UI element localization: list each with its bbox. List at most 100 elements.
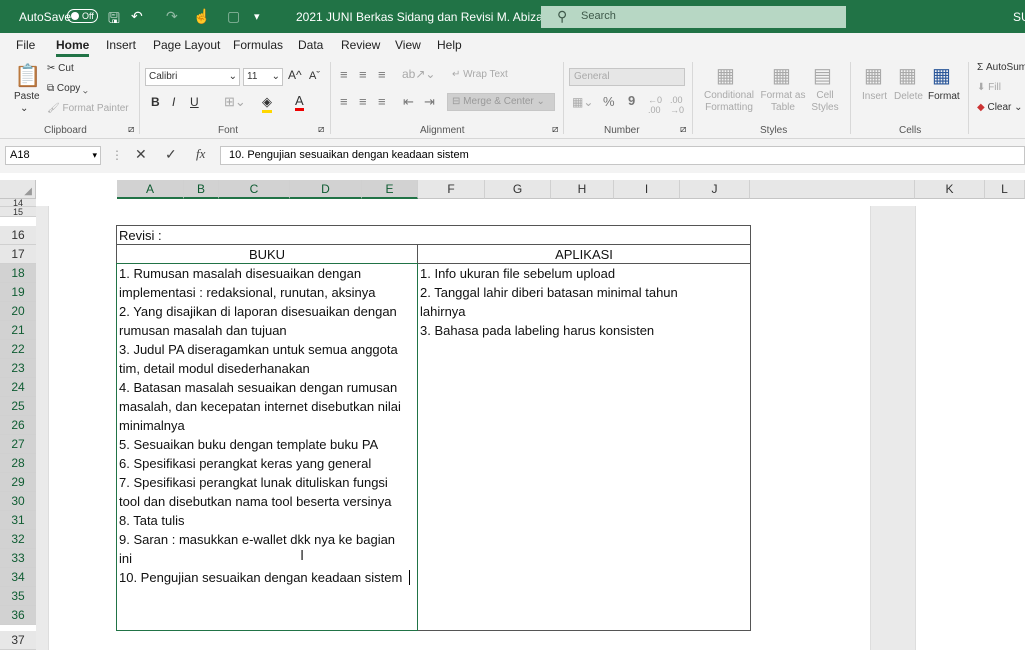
- buku-line[interactable]: 4. Batasan masalah sesuaikan dengan rumu…: [119, 378, 397, 397]
- format-as-table-icon[interactable]: ▦: [772, 63, 791, 88]
- paste-label[interactable]: Paste: [14, 91, 40, 102]
- document-title[interactable]: 2021 JUNI Berkas Sidang dan Revisi M. Ab…: [296, 10, 563, 24]
- merge-center-button[interactable]: ⊟ Merge & Center ⌄: [447, 93, 555, 111]
- buku-line[interactable]: 5. Sesuaikan buku dengan template buku P…: [119, 435, 378, 454]
- increase-font-icon[interactable]: A^: [288, 68, 302, 82]
- undo-icon[interactable]: ↶: [131, 8, 143, 25]
- format-cells-button[interactable]: Format: [928, 91, 960, 102]
- dialog-launcher-icon[interactable]: ⧄: [552, 124, 558, 135]
- conditional-formatting-button[interactable]: Conditional Formatting: [700, 90, 758, 114]
- row-header-28[interactable]: 28: [0, 454, 36, 473]
- align-middle-icon[interactable]: ≡: [359, 67, 367, 82]
- fill-color-icon[interactable]: ◈: [262, 94, 272, 113]
- enter-icon[interactable]: ✓: [165, 146, 177, 163]
- tab-home[interactable]: Home: [56, 38, 90, 57]
- row-header-30[interactable]: 30: [0, 492, 36, 511]
- increase-indent-icon[interactable]: ⇥: [424, 94, 435, 110]
- fill-button[interactable]: ⬇ Fill: [977, 82, 1001, 93]
- font-name-select[interactable]: Calibri ⌄: [145, 68, 240, 86]
- tab-formulas[interactable]: Formulas: [233, 38, 283, 52]
- number-format-select[interactable]: General: [569, 68, 685, 86]
- row-header-29[interactable]: 29: [0, 473, 36, 492]
- buku-line[interactable]: 2. Yang disajikan di laporan disesuaikan…: [119, 302, 397, 321]
- italic-button[interactable]: I: [172, 95, 175, 109]
- tab-file[interactable]: File: [16, 38, 35, 52]
- column-header-b[interactable]: B: [184, 180, 219, 199]
- row-header-22[interactable]: 22: [0, 340, 36, 359]
- row-header-35[interactable]: 35: [0, 587, 36, 606]
- align-center-icon[interactable]: ≡: [359, 94, 367, 109]
- insert-cells-icon[interactable]: ▦: [864, 63, 883, 88]
- tab-view[interactable]: View: [395, 38, 421, 52]
- row-header-14[interactable]: 14: [0, 199, 36, 207]
- aplikasi-line[interactable]: 2. Tanggal lahir diberi batasan minimal …: [420, 283, 678, 302]
- font-size-select[interactable]: 11 ⌄: [243, 68, 283, 86]
- buku-line[interactable]: rumusan masalah dan tujuan: [119, 321, 287, 340]
- delete-cells-button[interactable]: Delete: [894, 91, 923, 102]
- align-left-icon[interactable]: ≡: [340, 94, 348, 109]
- format-cells-icon[interactable]: ▦: [932, 63, 951, 88]
- autosum-button[interactable]: Σ AutoSum: [977, 62, 1025, 73]
- row-header-17[interactable]: 17: [0, 245, 36, 264]
- buku-line[interactable]: 8. Tata tulis: [119, 511, 185, 530]
- aplikasi-header[interactable]: APLIKASI: [418, 245, 750, 264]
- customize-icon[interactable]: ▾: [254, 10, 260, 23]
- buku-line[interactable]: minimalnya: [119, 416, 185, 435]
- column-header-f[interactable]: F: [418, 180, 485, 199]
- buku-line[interactable]: tim, detail modul disederhanakan: [119, 359, 310, 378]
- tab-data[interactable]: Data: [298, 38, 323, 52]
- buku-line[interactable]: 6. Spesifikasi perangkat keras yang gene…: [119, 454, 371, 473]
- row-header-23[interactable]: 23: [0, 359, 36, 378]
- autosave-toggle[interactable]: Off: [67, 9, 98, 23]
- cut-button[interactable]: ✂ Cut: [47, 63, 74, 74]
- row-header-21[interactable]: 21: [0, 321, 36, 340]
- wrap-text-button[interactable]: ↵ Wrap Text: [452, 69, 508, 80]
- column-header-e[interactable]: E: [362, 180, 418, 199]
- decrease-decimal-icon[interactable]: .00 →0: [670, 95, 684, 115]
- column-header-k[interactable]: K: [915, 180, 985, 199]
- tab-help[interactable]: Help: [437, 38, 462, 52]
- row-header-19[interactable]: 19: [0, 283, 36, 302]
- cancel-icon[interactable]: ✕: [135, 146, 147, 163]
- dialog-launcher-icon[interactable]: ⧄: [680, 124, 686, 135]
- delete-cells-icon[interactable]: ▦: [898, 63, 917, 88]
- row-header-18[interactable]: 18: [0, 264, 36, 283]
- insert-cells-button[interactable]: Insert: [862, 91, 887, 102]
- name-box[interactable]: A18 ▾: [5, 146, 101, 165]
- buku-line[interactable]: 7. Spesifikasi perangkat lunak dituliska…: [119, 473, 388, 492]
- row-header-24[interactable]: 24: [0, 378, 36, 397]
- column-header-g[interactable]: G: [485, 180, 551, 199]
- clear-button[interactable]: ◆ Clear ⌄: [977, 102, 1023, 113]
- dialog-launcher-icon[interactable]: ⧄: [318, 124, 324, 135]
- column-header-j[interactable]: J: [680, 180, 750, 199]
- insert-function-icon[interactable]: fx: [196, 146, 205, 162]
- redo-icon[interactable]: ↷: [166, 8, 178, 25]
- buku-line[interactable]: 1. Rumusan masalah disesuaikan dengan: [119, 264, 361, 283]
- buku-header[interactable]: BUKU: [117, 245, 417, 264]
- buku-line[interactable]: implementasi : redaksional, runutan, aks…: [119, 283, 376, 302]
- buku-line[interactable]: 10. Pengujian sesuaikan dengan keadaan s…: [119, 568, 402, 587]
- orientation-icon[interactable]: ab↗⌄: [402, 67, 435, 81]
- row-header-15[interactable]: 15: [0, 207, 36, 217]
- decrease-font-icon[interactable]: Aˇ: [309, 70, 320, 82]
- comma-button[interactable]: 9: [628, 93, 635, 108]
- buku-line[interactable]: masalah, dan kecepatan internet disebutk…: [119, 397, 417, 416]
- row-header-31[interactable]: 31: [0, 511, 36, 530]
- dialog-launcher-icon[interactable]: ⧄: [128, 124, 134, 135]
- format-as-table-button[interactable]: Format as Table: [758, 90, 808, 114]
- font-color-icon[interactable]: A: [295, 93, 304, 111]
- decrease-indent-icon[interactable]: ⇤: [403, 94, 414, 110]
- aplikasi-line[interactable]: lahirnya: [420, 302, 466, 321]
- increase-decimal-icon[interactable]: ←0.00: [648, 95, 662, 115]
- copy-button[interactable]: ⧉ Copy ⌄: [47, 83, 88, 94]
- column-header-i[interactable]: I: [614, 180, 680, 199]
- underline-button[interactable]: U: [190, 95, 199, 109]
- row-header-34[interactable]: 34: [0, 568, 36, 587]
- currency-icon[interactable]: ▦⌄: [572, 95, 593, 109]
- row-header-33[interactable]: 33: [0, 549, 36, 568]
- save-icon[interactable]: 🖫: [108, 8, 120, 32]
- aplikasi-line[interactable]: 3. Bahasa pada labeling harus konsisten: [420, 321, 654, 340]
- cell-styles-icon[interactable]: ▤: [813, 63, 832, 88]
- percent-button[interactable]: %: [603, 94, 615, 109]
- chevron-down-icon[interactable]: ⌄: [20, 103, 28, 114]
